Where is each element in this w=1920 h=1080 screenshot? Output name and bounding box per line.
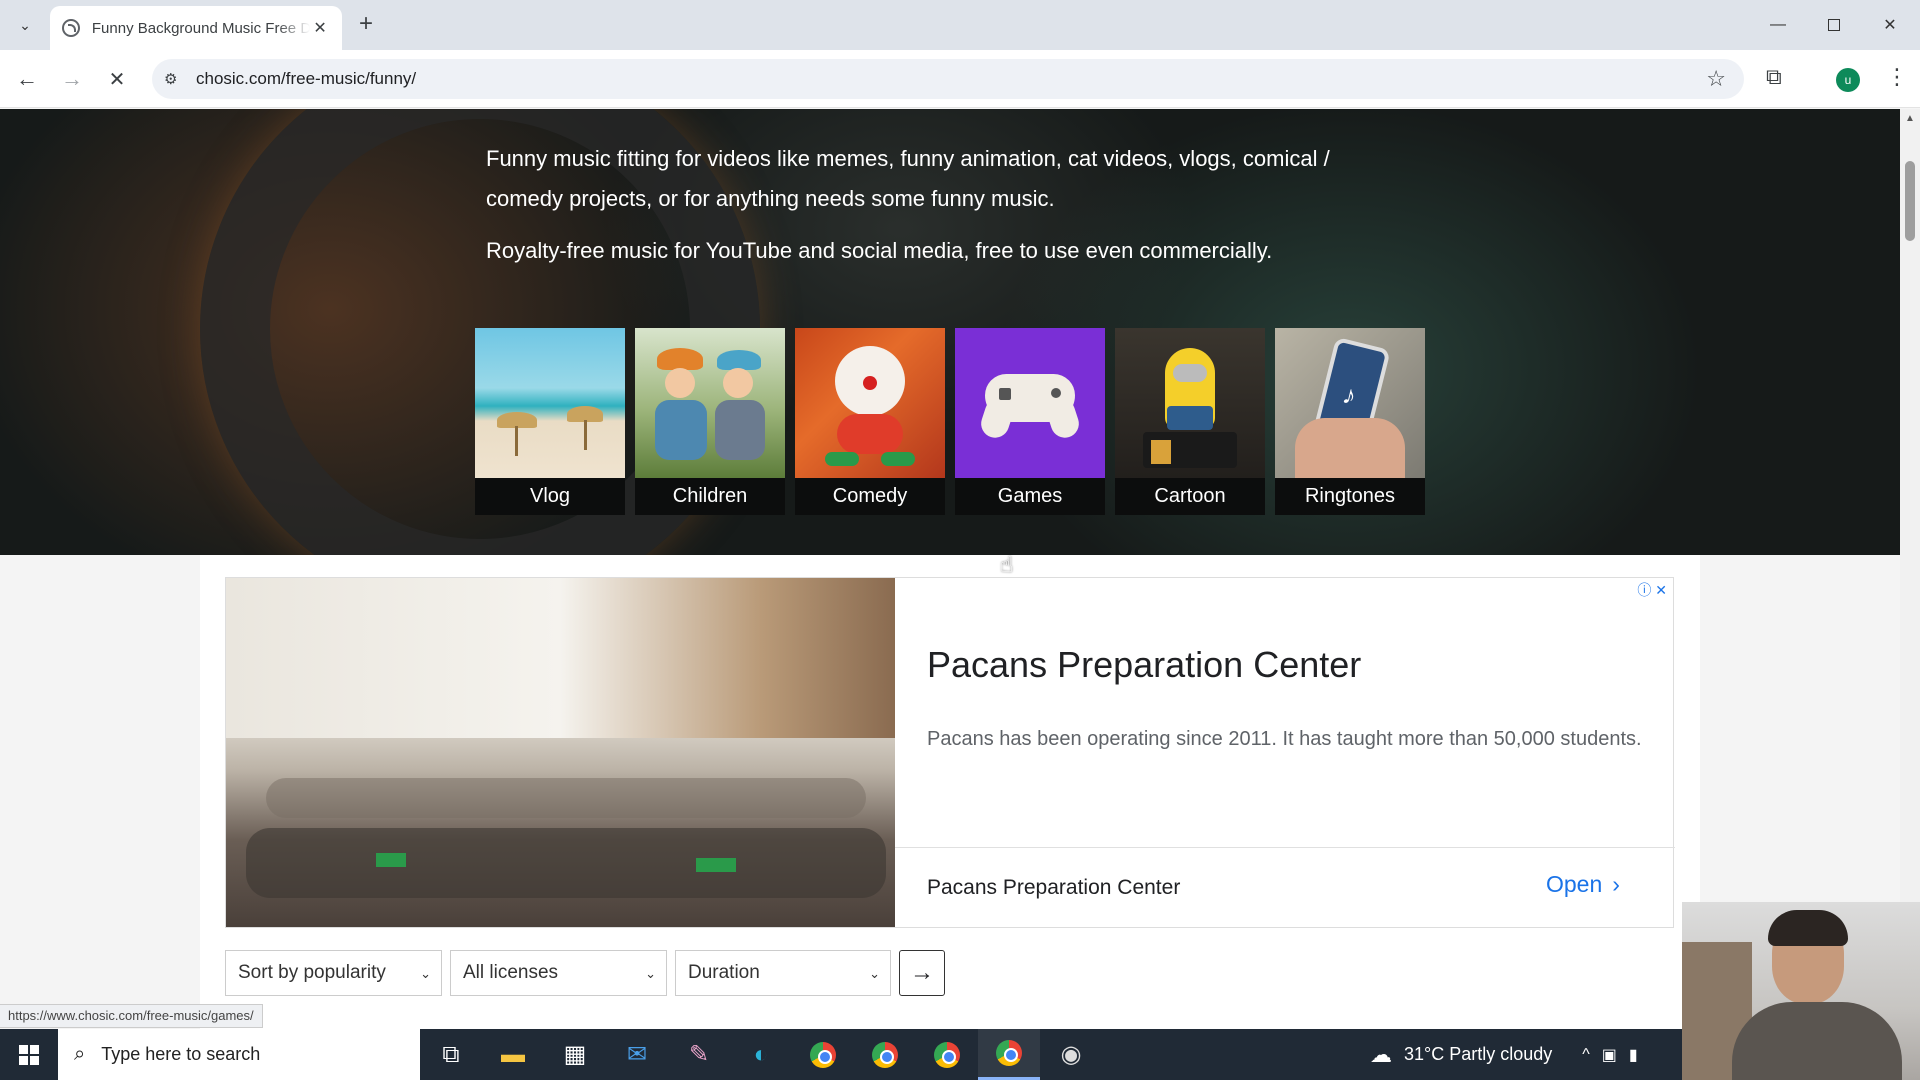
loading-favicon-icon (62, 19, 80, 37)
advertisement[interactable]: ⓘ ✕ Pacans Preparation Center Pacans has… (225, 577, 1675, 928)
category-label[interactable]: Children (635, 478, 785, 515)
browser-menu-icon[interactable]: ⋮ (1886, 64, 1908, 90)
profile-avatar[interactable]: u (1836, 68, 1860, 92)
back-arrow-icon[interactable]: ← (10, 62, 44, 96)
chevron-down-icon: ⌄ (869, 966, 880, 981)
ad-title[interactable]: Pacans Preparation Center (927, 644, 1361, 686)
url-text[interactable]: chosic.com/free-music/funny/ (196, 69, 416, 89)
address-bar[interactable]: ⚙ chosic.com/free-music/funny/ ☆ (152, 59, 1744, 99)
ad-description: Pacans has been operating since 2011. It… (927, 728, 1642, 750)
license-select[interactable]: All licenses ⌄ (450, 950, 667, 996)
scroll-up-icon[interactable]: ▲ (1905, 113, 1915, 124)
beach-umbrellas-image[interactable] (475, 328, 625, 478)
chevron-down-icon: ⌄ (645, 966, 656, 981)
sort-select-value[interactable]: Sort by popularity (238, 962, 386, 984)
category-card-ringtones[interactable]: ♪ Ringtones (1275, 328, 1425, 515)
window-restore-button[interactable] (1806, 0, 1862, 50)
taskbar-search-box[interactable]: ⌕ Type here to search (58, 1029, 420, 1080)
ad-open-button[interactable]: Open › (1546, 871, 1620, 898)
weather-cloud-icon[interactable]: ☁ (1370, 1042, 1392, 1068)
arrow-right-icon: → (910, 959, 934, 986)
browser-tab-bar: ⌄ Funny Background Music Free D ✕ + — ✕ (0, 0, 1920, 50)
webcam-overlay-image (1682, 902, 1920, 1080)
filter-bar: Sort by popularity ⌄ All licenses ⌄ Dura… (225, 950, 945, 996)
hero-paragraph-1: Funny music fitting for videos like meme… (486, 146, 1330, 211)
tab-search-button[interactable]: ⌄ (10, 9, 40, 41)
category-grid: Vlog Children Comedy Games Cartoon ♪ Rin… (475, 328, 1425, 515)
tab-close-icon[interactable]: ✕ (310, 18, 330, 38)
scrollbar-thumb[interactable] (1905, 161, 1915, 241)
chrome-profile-1-icon[interactable] (792, 1029, 854, 1080)
ad-advertiser-name[interactable]: Pacans Preparation Center (927, 876, 1180, 900)
chrome-active-icon[interactable] (978, 1029, 1040, 1080)
hero-description: Funny music fitting for videos like meme… (486, 139, 1386, 271)
screen-recorder-icon[interactable]: ◉ (1040, 1029, 1102, 1080)
mail-icon[interactable]: ✉ (606, 1029, 668, 1080)
paint-icon[interactable]: ✎ (668, 1029, 730, 1080)
category-label[interactable]: Vlog (475, 478, 625, 515)
hero-paragraph-2: Royalty-free music for YouTube and socia… (486, 238, 1273, 263)
browser-tab-active[interactable]: Funny Background Music Free D ✕ (50, 6, 342, 50)
gamepad-image[interactable] (955, 328, 1105, 478)
clown-toy-image[interactable] (795, 328, 945, 478)
chevron-up-icon[interactable]: ^ (1582, 1046, 1590, 1064)
new-tab-button[interactable]: + (352, 11, 380, 39)
system-tray: ☁ 31°C Partly cloudy ^ ▣ ▮ (1370, 1029, 1638, 1080)
filter-go-button[interactable]: → (899, 950, 945, 996)
kids-reading-image[interactable] (635, 328, 785, 478)
window-minimize-button[interactable]: — (1750, 0, 1806, 50)
category-card-children[interactable]: Children (635, 328, 785, 515)
chevron-right-icon: › (1612, 871, 1620, 897)
chrome-profile-3-icon[interactable] (916, 1029, 978, 1080)
window-close-button[interactable]: ✕ (1862, 0, 1918, 50)
phone-in-hand-image[interactable]: ♪ (1275, 328, 1425, 478)
camera-icon[interactable]: ▣ (1602, 1045, 1617, 1065)
category-label[interactable]: Games (955, 478, 1105, 515)
extensions-puzzle-icon[interactable]: ⧉ (1766, 64, 1782, 90)
chrome-profile-2-icon[interactable] (854, 1029, 916, 1080)
ad-choices-icon[interactable]: ⓘ ✕ (1637, 580, 1667, 600)
windows-start-button[interactable] (0, 1029, 58, 1080)
ad-open-label[interactable]: Open (1546, 871, 1602, 897)
stop-loading-icon[interactable]: ✕ (100, 62, 134, 96)
microsoft-store-icon[interactable]: ▦ (544, 1029, 606, 1080)
main-content: ⓘ ✕ Pacans Preparation Center Pacans has… (200, 555, 1700, 1029)
tab-title: Funny Background Music Free D (91, 19, 311, 37)
duration-select[interactable]: Duration ⌄ (675, 950, 891, 996)
category-card-comedy[interactable]: Comedy (795, 328, 945, 515)
page-viewport: Funny music fitting for videos like meme… (0, 109, 1900, 1029)
sort-select[interactable]: Sort by popularity ⌄ (225, 950, 442, 996)
bookmark-star-icon[interactable]: ☆ (1706, 66, 1726, 92)
ad-divider (895, 847, 1675, 848)
category-card-cartoon[interactable]: Cartoon (1115, 328, 1265, 515)
hero-banner: Funny music fitting for videos like meme… (0, 109, 1900, 609)
file-explorer-icon[interactable]: ▬ (482, 1029, 544, 1080)
status-bar-url: https://www.chosic.com/free-music/games/ (0, 1004, 263, 1028)
search-icon: ⌕ (74, 1043, 86, 1065)
category-card-games[interactable]: Games (955, 328, 1105, 515)
classroom-ad-image[interactable] (226, 578, 895, 927)
hand-cursor-icon: ☝ (1000, 552, 1014, 577)
license-select-value[interactable]: All licenses (463, 962, 558, 984)
microphone-icon[interactable]: ▮ (1629, 1045, 1638, 1065)
minion-image[interactable] (1115, 328, 1265, 478)
weather-text[interactable]: 31°C Partly cloudy (1404, 1044, 1552, 1065)
site-info-icon[interactable]: ⚙ (164, 70, 186, 88)
browser-toolbar: ← → ✕ ⚙ chosic.com/free-music/funny/ ☆ ⧉… (0, 50, 1920, 108)
task-view-icon[interactable]: ⧉ (420, 1029, 482, 1080)
category-label[interactable]: Comedy (795, 478, 945, 515)
category-label[interactable]: Cartoon (1115, 478, 1265, 515)
page-scrollbar[interactable]: ▲ (1900, 109, 1920, 1029)
taskbar-search-placeholder[interactable]: Type here to search (101, 1044, 260, 1065)
category-card-vlog[interactable]: Vlog (475, 328, 625, 515)
category-label[interactable]: Ringtones (1275, 478, 1425, 515)
windows-taskbar: ⌕ Type here to search ⧉ ▬ ▦ ✉ ✎ ◐ ◉ ☁ 31… (0, 1029, 1682, 1080)
chevron-down-icon: ⌄ (420, 966, 431, 981)
forward-arrow-icon[interactable]: → (55, 62, 89, 96)
duration-select-value[interactable]: Duration (688, 962, 760, 984)
edge-browser-icon[interactable]: ◐ (730, 1029, 792, 1080)
